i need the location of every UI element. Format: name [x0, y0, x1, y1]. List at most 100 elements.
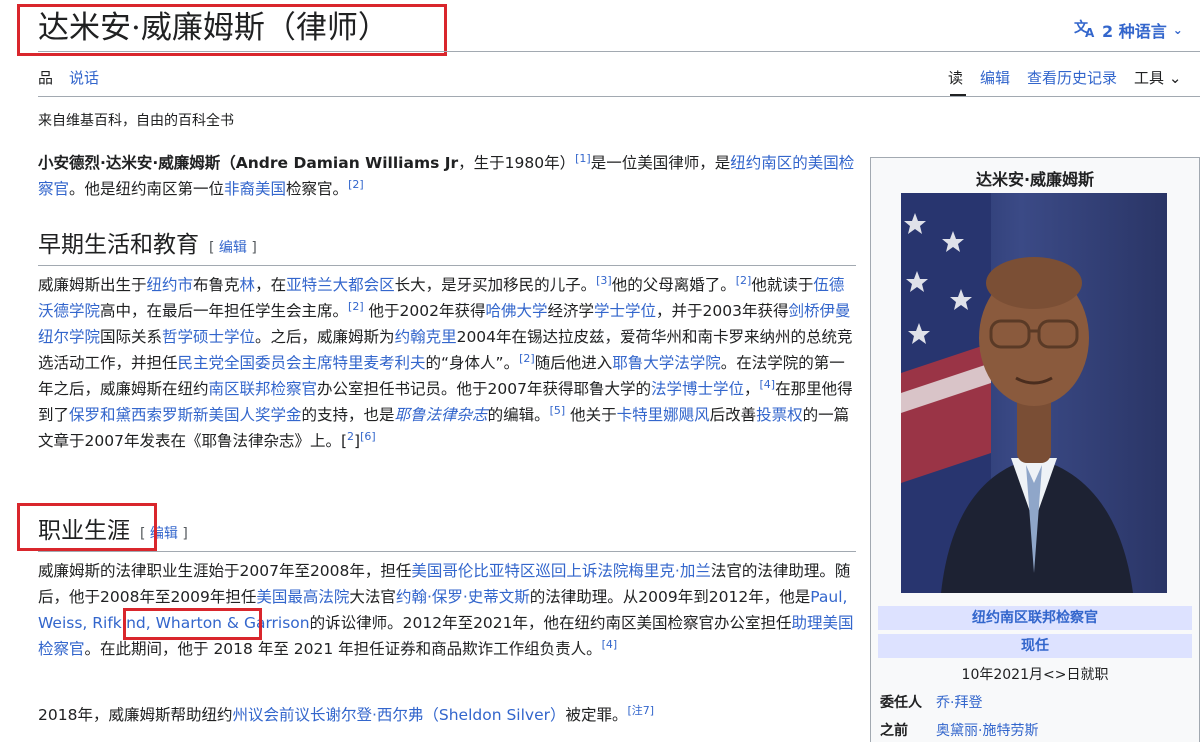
infobox-office[interactable]: 纽约南区联邦检察官 — [878, 606, 1192, 630]
link[interactable]: 耶鲁法律杂志 — [395, 406, 488, 424]
text: 他的父母离婚了。 — [611, 276, 736, 294]
text: 随后他进入 — [534, 354, 613, 372]
text: 威廉姆斯的法律职业生涯始于2007年至2008年，担任 — [38, 562, 412, 580]
section-edit: [ 编辑 ] — [209, 240, 257, 256]
link[interactable]: 哈佛大学 — [486, 302, 548, 320]
ref-link[interactable]: [2] — [348, 178, 364, 191]
text: 办公室担任书记员。他于2007年获得耶鲁大学的 — [317, 380, 651, 398]
link[interactable]: 保罗和黛西索罗斯新美国人奖学金 — [69, 406, 302, 424]
text: ，生于1980年） — [458, 154, 576, 172]
namespace-tabs: 品 说话 — [38, 68, 99, 88]
incumbent-link[interactable]: 现任 — [1021, 638, 1049, 654]
heading-career: 职业生涯[ 编辑 ] — [38, 516, 856, 552]
text: ， — [744, 380, 760, 398]
text: 他就读于 — [751, 276, 814, 294]
text: 。之后，威廉姆斯为 — [255, 328, 395, 346]
tools-label: 工具 — [1134, 69, 1165, 87]
chevron-down-icon: ⌄ — [1172, 23, 1183, 37]
link[interactable]: 民主党全国委员会主席特里麦考利夫 — [178, 354, 426, 372]
tab-edit[interactable]: 编辑 — [980, 68, 1010, 88]
office-link[interactable]: 纽约南区联邦检察官 — [972, 610, 1098, 626]
ref-link[interactable]: [注7] — [628, 704, 655, 717]
text: 被定罪。 — [565, 706, 628, 724]
text: ，在 — [255, 276, 287, 294]
highlight-box-paul-weiss — [123, 608, 262, 640]
link[interactable]: 美国哥伦比亚特区巡回上诉法院梅里克·加兰 — [411, 562, 710, 580]
view-tabs: 读 编辑 查看历史记录 工具 ⌄ — [948, 68, 1181, 88]
link[interactable]: 林 — [240, 276, 256, 294]
predecessor-link[interactable]: 奥黛丽·施特劳斯 — [936, 720, 1038, 740]
start-date: 10年2021月<>日就职 — [961, 667, 1109, 683]
translate-icon: 文A — [1074, 18, 1096, 42]
tab-read[interactable]: 读 — [948, 68, 963, 88]
ref-link[interactable]: [3] — [596, 274, 612, 287]
text: 的编辑。 — [487, 406, 550, 424]
tab-tools[interactable]: 工具 ⌄ — [1134, 68, 1181, 88]
ref-link[interactable]: 2 — [347, 430, 354, 443]
infobox-title: 达米安·威廉姆斯 — [975, 170, 1095, 189]
ref-link[interactable]: [2] — [736, 274, 752, 287]
ref-link[interactable]: [6] — [360, 430, 376, 443]
link[interactable]: 约翰克里 — [395, 328, 457, 346]
text: 。他是纽约南区第一位 — [69, 180, 225, 198]
edit-section-link[interactable]: 编辑 — [219, 240, 247, 256]
text: 检察官。 — [286, 180, 349, 198]
link[interactable]: 纽约市 — [147, 276, 194, 294]
tab-article[interactable]: 品 — [38, 68, 53, 88]
ref-link[interactable]: [2] — [348, 300, 364, 313]
tab-history[interactable]: 查看历史记录 — [1027, 68, 1117, 88]
infobox-incumbent: 现任 — [878, 634, 1192, 658]
link[interactable]: 投票权 — [756, 406, 803, 424]
tabs-divider — [38, 96, 1200, 97]
link[interactable]: 南区联邦检察官 — [209, 380, 318, 398]
ref-link[interactable]: [2] — [519, 352, 535, 365]
link[interactable]: 耶鲁大学法学院 — [612, 354, 721, 372]
text: 他关于 — [565, 406, 617, 424]
text: 高中，在最后一年担任学生会主席。 — [100, 302, 349, 320]
highlight-box-career — [17, 503, 157, 551]
text: 的诉讼律师。2012年至2021年，他在纽约南区美国检察官办公室担任 — [309, 614, 792, 632]
text: 经济学 — [547, 302, 595, 320]
ref-link[interactable]: [5] — [550, 404, 566, 417]
text: 布鲁克 — [193, 276, 240, 294]
text: 后改善 — [709, 406, 757, 424]
text: 大法官 — [349, 588, 396, 606]
infobox-row-predecessor: 之前 奥黛丽·施特劳斯 — [880, 720, 1190, 740]
row-label: 委任人 — [880, 695, 922, 711]
link[interactable]: 亚特兰大都会区 — [286, 276, 395, 294]
text: 长大，是牙买加移民的儿子。 — [394, 276, 597, 294]
link[interactable]: 哲学硕士学位 — [162, 328, 255, 346]
svg-text:A: A — [1085, 26, 1095, 38]
title-divider — [38, 51, 1200, 52]
intro-paragraph: 小安德烈·达米安·威廉姆斯（Andre Damian Williams Jr，生… — [38, 150, 856, 202]
text: 是 — [794, 588, 811, 606]
link[interactable]: 法学博士学位 — [651, 380, 744, 398]
row-label: 之前 — [880, 723, 908, 739]
link[interactable]: 学士学位 — [594, 302, 656, 320]
infobox-start-date: 10年2021月<>日就职 — [870, 664, 1200, 684]
appointer-link[interactable]: 乔·拜登 — [936, 692, 982, 712]
tab-talk[interactable]: 说话 — [69, 68, 99, 88]
link[interactable]: 州议会前议长谢尔登·西尔弗（Sheldon Silver） — [232, 706, 565, 724]
ref-link[interactable]: [1] — [575, 152, 591, 165]
language-button[interactable]: 文A 2 种语言 ⌄ — [1074, 18, 1183, 42]
infobox-row-appointer: 委任人 乔·拜登 — [880, 692, 1190, 712]
heading-early-life: 早期生活和教育 [ 编辑 ] — [38, 230, 856, 266]
text: 。在此期间，他于 2018 年至 2021 年担任证券和商品欺诈工作组负责人。 — [84, 640, 602, 658]
portrait-photo[interactable] — [901, 193, 1167, 593]
text: 的支持，也是 — [301, 406, 395, 424]
ref-link[interactable]: [4] — [602, 638, 618, 651]
ref-link[interactable]: [4] — [760, 378, 776, 391]
text: 他于2002年获得 — [363, 302, 486, 320]
text: 威廉姆斯出生于 — [38, 276, 147, 294]
site-tagline: 来自维基百科，自由的百科全书 — [38, 113, 234, 129]
heading-text: 早期生活和教育 — [38, 232, 199, 258]
link-african-american[interactable]: 非裔美国 — [224, 180, 286, 198]
career-paragraph-2: 2018年，威廉姆斯帮助纽约州议会前议长谢尔登·西尔弗（Sheldon Silv… — [38, 702, 856, 728]
link[interactable]: 卡特里娜飓风 — [617, 406, 710, 424]
highlight-box-title — [17, 4, 447, 56]
text: 的“身体人”。 — [425, 354, 520, 372]
chevron-down-icon: ⌄ — [1168, 69, 1182, 87]
link[interactable]: 美国最高法院 — [256, 588, 349, 606]
link[interactable]: 约翰·保罗·史蒂文斯 — [396, 588, 530, 606]
